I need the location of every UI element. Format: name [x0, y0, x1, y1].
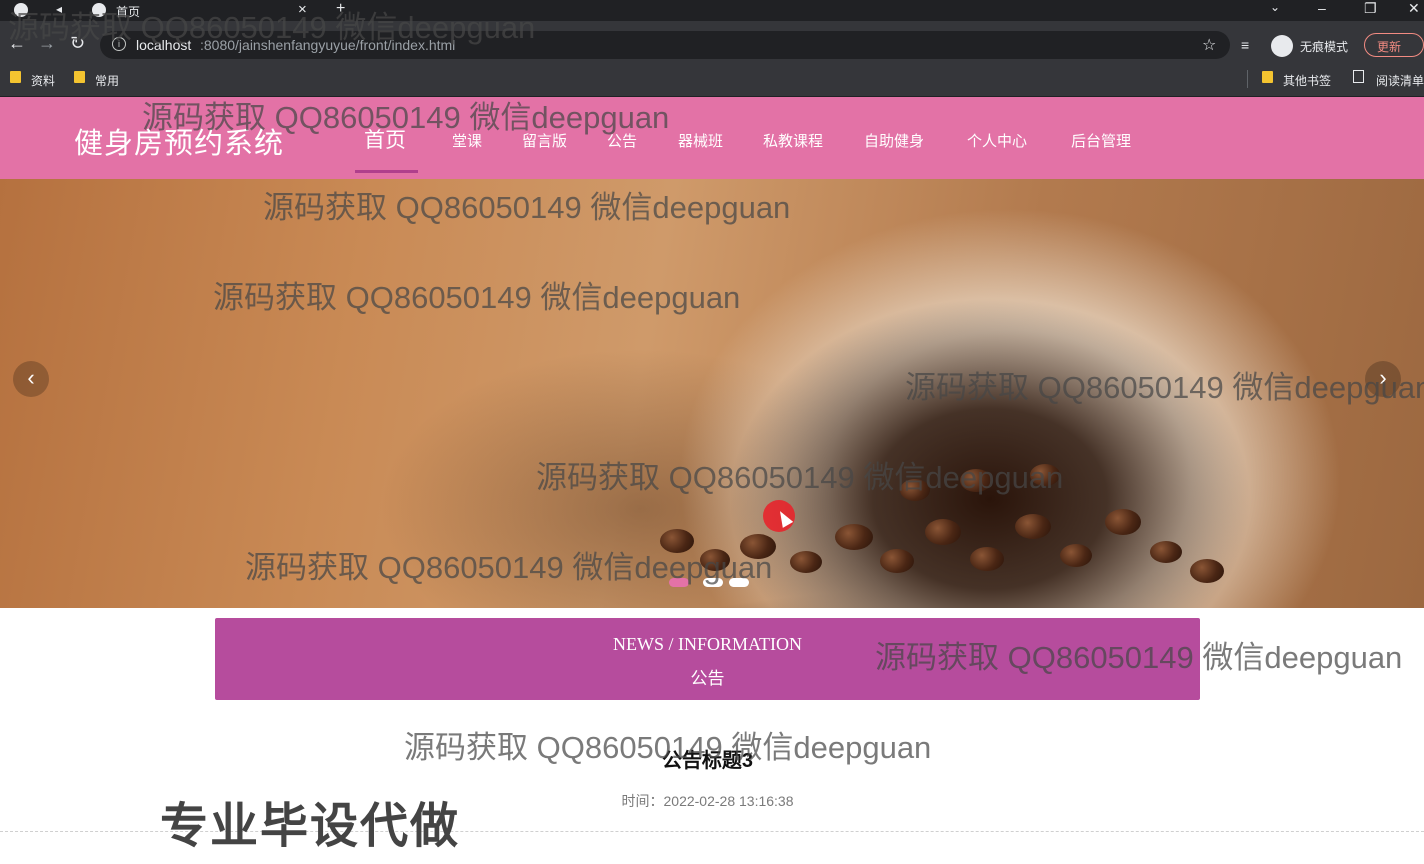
coffee-bean [1150, 541, 1182, 563]
coffee-bean [970, 547, 1004, 571]
update-label[interactable]: 更新 [1377, 38, 1401, 55]
folder-icon [74, 71, 85, 83]
coffee-bean [1015, 514, 1051, 539]
restore-icon[interactable]: ❐ [1364, 0, 1377, 17]
nav-private-courses[interactable]: 私教课程 [763, 130, 823, 151]
coffee-bean [925, 519, 961, 545]
reading-mode-icon[interactable]: ≡ [1241, 37, 1249, 53]
watermark: 源码获取 QQ86050149 微信deepguan [142, 100, 670, 135]
folder-icon [1262, 71, 1273, 83]
nav-self-service-fitness[interactable]: 自助健身 [864, 130, 924, 151]
watermark: 源码获取 QQ86050149 微信deepguan [875, 640, 1403, 675]
promo-watermark: 专业毕设代做 [160, 800, 461, 853]
nav-active-underline [355, 170, 418, 173]
watermark: 源码获取 QQ86050149 微信deepguan [905, 370, 1424, 405]
incognito-label[interactable]: 无痕模式 [1300, 38, 1348, 55]
bookmark-ziliao[interactable]: 资料 [31, 72, 55, 89]
coffee-bean [1105, 509, 1141, 535]
folder-icon [10, 71, 21, 83]
carousel-prev-icon[interactable]: ‹ [13, 361, 49, 397]
bookmarks-divider [1247, 70, 1248, 88]
bookmark-star-icon[interactable]: ☆ [1202, 35, 1216, 55]
nav-equipment-class[interactable]: 器械班 [678, 130, 723, 151]
watermark: 源码获取 QQ86050149 微信deepguan [263, 190, 791, 225]
window-close-icon[interactable]: ✕ [1408, 0, 1420, 17]
tab-search-chevron-icon[interactable]: ⌄ [1270, 0, 1280, 14]
watermark: 源码获取 QQ86050149 微信deepguan [8, 10, 536, 45]
coffee-bean [1190, 559, 1224, 583]
watermark: 源码获取 QQ86050149 微信deepguan [536, 460, 1064, 495]
watermark: 源码获取 QQ86050149 微信deepguan [404, 730, 932, 765]
coffee-bean [790, 551, 822, 573]
notice-time-value: 2022-02-28 13:16:38 [663, 793, 794, 809]
watermark: 源码获取 QQ86050149 微信deepguan [245, 550, 773, 585]
other-bookmarks[interactable]: 其他书签 [1283, 72, 1331, 89]
reading-list-icon [1353, 70, 1364, 83]
bookmark-changyong[interactable]: 常用 [95, 72, 119, 89]
reading-list[interactable]: 阅读清单 [1376, 72, 1424, 89]
nav-admin[interactable]: 后台管理 [1071, 130, 1131, 151]
notice-time-label: 时间： [621, 793, 664, 809]
watermark: 源码获取 QQ86050149 微信deepguan [213, 280, 741, 315]
nav-personal-center[interactable]: 个人中心 [967, 130, 1027, 151]
incognito-icon[interactable] [1271, 35, 1293, 57]
coffee-bean [1060, 544, 1092, 567]
minimize-icon[interactable]: – [1318, 0, 1326, 16]
coffee-bean [835, 524, 873, 550]
coffee-bean [880, 549, 914, 573]
